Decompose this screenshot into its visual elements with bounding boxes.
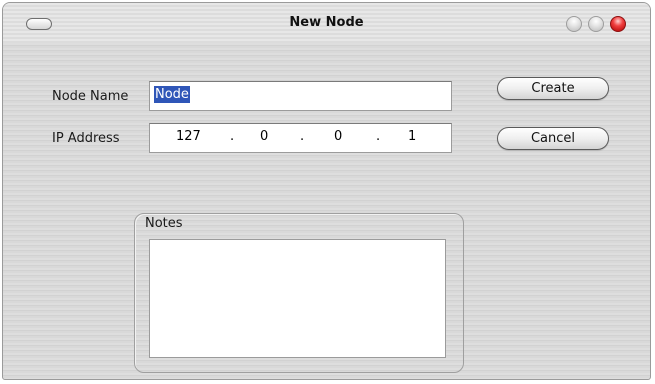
ip-octet-2[interactable]: 0: [260, 129, 268, 144]
new-node-window: New Node Node Name Node IP Address 127 .…: [2, 2, 651, 380]
ip-separator: .: [300, 129, 305, 144]
node-name-label: Node Name: [52, 89, 129, 104]
ip-octet-4[interactable]: 1: [408, 129, 416, 144]
cancel-button[interactable]: Cancel: [497, 127, 609, 150]
ip-address-label: IP Address: [52, 131, 120, 146]
create-button[interactable]: Create: [497, 77, 609, 100]
window-title: New Node: [289, 15, 364, 30]
node-name-field[interactable]: Node: [149, 81, 452, 111]
zoom-icon[interactable]: [588, 16, 604, 32]
ip-octet-1[interactable]: 127: [176, 129, 201, 144]
minimize-icon[interactable]: [566, 16, 582, 32]
ip-address-field[interactable]: 127 . 0 . 0 . 1: [149, 123, 452, 153]
title-bar[interactable]: New Node: [3, 3, 650, 43]
node-name-value: Node: [154, 86, 190, 103]
ip-separator: .: [376, 129, 381, 144]
notes-textarea[interactable]: [149, 239, 446, 358]
ip-octet-3[interactable]: 0: [334, 129, 342, 144]
notes-label: Notes: [145, 216, 183, 231]
close-icon[interactable]: [610, 16, 626, 32]
ip-separator: .: [230, 129, 235, 144]
